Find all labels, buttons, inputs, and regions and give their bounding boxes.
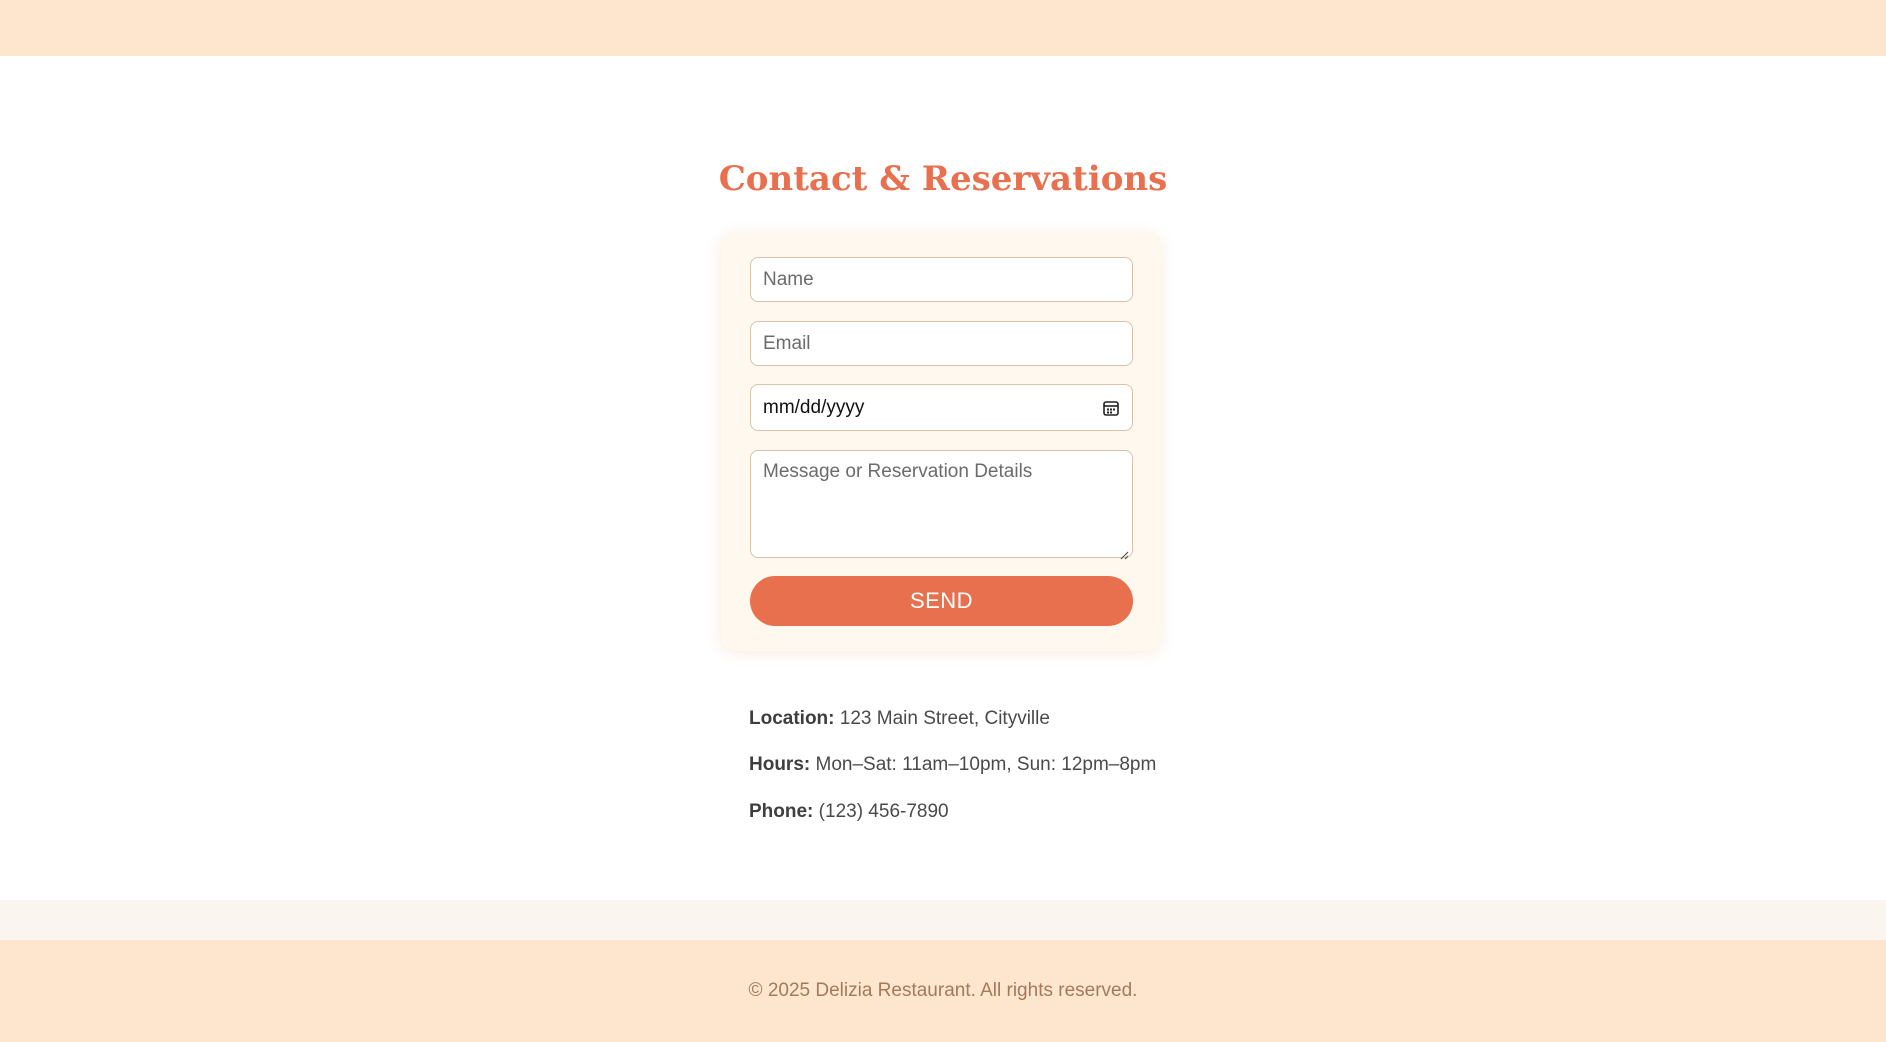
name-input[interactable]: Name xyxy=(750,257,1133,302)
message-textarea[interactable]: Message or Reservation Details xyxy=(750,450,1133,560)
date-input[interactable]: mm/dd/yyyy xyxy=(750,384,1133,431)
footer-separator-band xyxy=(0,900,1886,940)
resize-grip-icon[interactable] xyxy=(1119,544,1129,560)
phone-info: Phone: (123) 456-7890 xyxy=(749,801,949,823)
hours-info: Hours: Mon–Sat: 11am–10pm, Sun: 12pm–8pm xyxy=(749,754,1156,776)
name-placeholder: Name xyxy=(763,268,814,290)
calendar-icon[interactable] xyxy=(1102,399,1120,417)
hours-value: Mon–Sat: 11am–10pm, Sun: 12pm–8pm xyxy=(815,754,1157,775)
location-value: 123 Main Street, Cityville xyxy=(839,708,1050,729)
phone-label: Phone: xyxy=(749,801,814,822)
top-header-bar xyxy=(0,0,1886,56)
email-placeholder: Email xyxy=(763,332,811,354)
send-button[interactable]: SEND xyxy=(750,576,1133,626)
email-input[interactable]: Email xyxy=(750,321,1133,366)
page-title: Contact & Reservations xyxy=(718,159,1168,199)
message-placeholder: Message or Reservation Details xyxy=(763,461,1033,482)
copyright-text: © 2025 Delizia Restaurant. All rights re… xyxy=(748,980,1138,1001)
location-label: Location: xyxy=(749,708,835,729)
phone-value: (123) 456-7890 xyxy=(818,801,949,822)
footer: © 2025 Delizia Restaurant. All rights re… xyxy=(0,940,1886,1042)
location-info: Location: 123 Main Street, Cityville xyxy=(749,708,1050,730)
date-placeholder: mm/dd/yyyy xyxy=(763,396,865,418)
hours-label: Hours: xyxy=(749,754,811,775)
